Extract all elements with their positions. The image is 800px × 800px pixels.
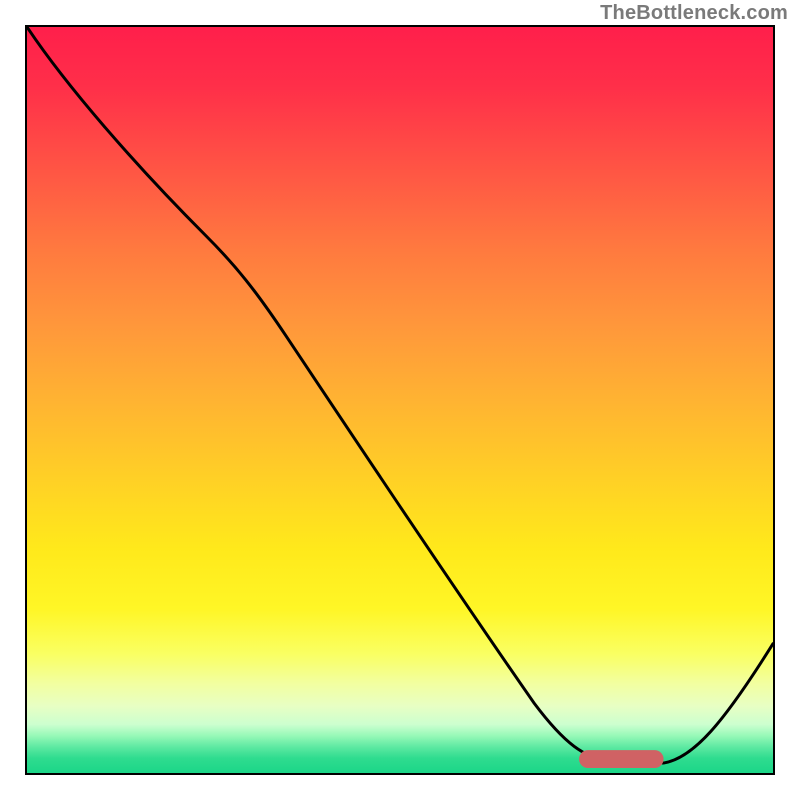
watermark-text: TheBottleneck.com <box>600 2 788 25</box>
optimum-marker-pill <box>579 750 664 768</box>
optimum-marker <box>27 27 773 773</box>
plot-frame <box>25 25 775 775</box>
chart-container: TheBottleneck.com <box>0 0 800 800</box>
